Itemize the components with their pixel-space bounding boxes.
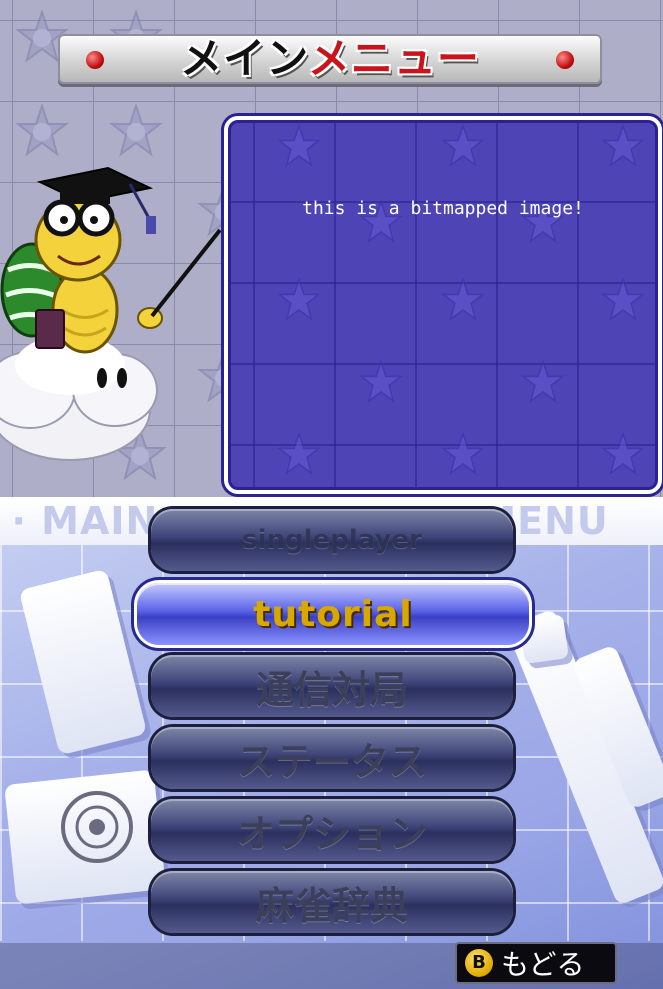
menu-label: 麻雀辞典 (255, 883, 408, 928)
page-title: メインメニュー (58, 36, 602, 82)
star-icon (276, 278, 322, 322)
lakitu-professor-icon (0, 166, 222, 461)
message-text: this is a bitmapped image! (302, 198, 584, 219)
star-icon (276, 432, 322, 476)
circle-pattern-icon (61, 791, 133, 863)
star-icon (276, 124, 322, 168)
menu-label: 通信対局 (255, 667, 408, 712)
star-icon (440, 124, 486, 168)
menu-button-mahjong-dictionary[interactable]: 麻雀辞典 (151, 871, 513, 933)
top-screen: メインメニュー this is a bitmapped image! (0, 0, 663, 497)
menu-button-online-match[interactable]: 通信対局 (151, 655, 513, 717)
menu-label: オプション (236, 811, 427, 856)
message-panel: this is a bitmapped image! (224, 116, 662, 494)
menu-label: tutorial (253, 593, 413, 635)
star-icon (440, 278, 486, 322)
star-icon (600, 432, 646, 476)
menu-button-tutorial[interactable]: tutorial (137, 583, 529, 645)
star-icon (600, 278, 646, 322)
star-icon (15, 104, 69, 157)
star-icon (600, 124, 646, 168)
back-label: もどる (501, 948, 585, 981)
menu-button-singleplayer[interactable]: singleplayer (151, 509, 513, 571)
menu-label: ステータス (236, 739, 427, 784)
star-icon (358, 360, 404, 404)
star-icon (109, 104, 163, 157)
back-button[interactable]: B もどる (455, 942, 617, 984)
title-part1: メイン (180, 34, 308, 83)
star-icon (440, 432, 486, 476)
bottom-screen: • · MAIN MENU · MAIN MENU singleplayer t… (0, 497, 663, 989)
title-banner: メインメニュー (58, 34, 602, 84)
menu-button-options[interactable]: オプション (151, 799, 513, 861)
star-icon (520, 360, 566, 404)
b-button-icon: B (465, 949, 493, 977)
title-part2: メニュー (307, 34, 480, 83)
menu-button-status[interactable]: ステータス (151, 727, 513, 789)
menu-label: singleplayer (242, 525, 422, 555)
